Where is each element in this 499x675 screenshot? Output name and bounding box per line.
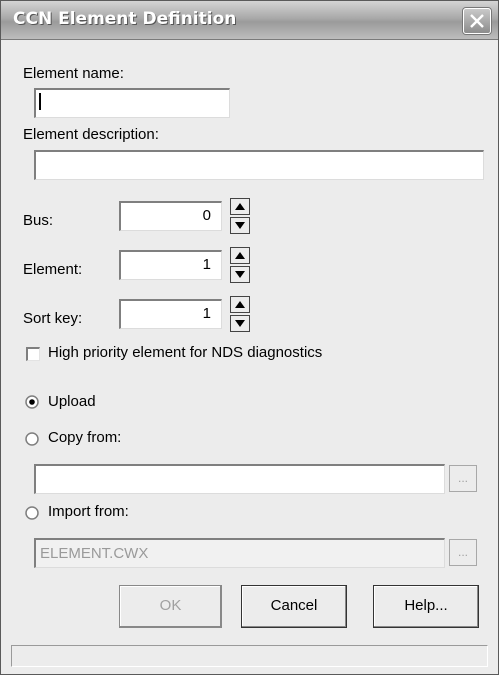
sort-key-input[interactable]: 1: [119, 299, 222, 329]
arrow-down-icon: [235, 320, 245, 327]
element-name-label: Element name:: [23, 65, 124, 82]
window-title: CCN Element Definition: [13, 9, 237, 29]
help-button[interactable]: Help...: [373, 585, 479, 628]
import-from-radio[interactable]: [25, 506, 39, 520]
element-name-input[interactable]: [34, 88, 230, 118]
copy-from-label[interactable]: Copy from:: [48, 429, 121, 446]
close-icon: [470, 14, 484, 28]
arrow-down-icon: [235, 222, 245, 229]
element-spinner[interactable]: [230, 247, 250, 283]
element-description-label: Element description:: [23, 126, 159, 143]
copy-from-radio[interactable]: [25, 432, 39, 446]
sort-key-spinner[interactable]: [230, 296, 250, 332]
dialog-window: CCN Element Definition Element name: Ele…: [0, 0, 499, 675]
arrow-up-icon: [235, 252, 245, 259]
import-from-input[interactable]: ELEMENT.CWX: [34, 538, 445, 568]
import-from-browse-button[interactable]: ...: [449, 539, 477, 566]
sort-key-spin-down[interactable]: [230, 315, 250, 332]
element-input[interactable]: 1: [119, 250, 222, 280]
element-description-input[interactable]: [34, 150, 484, 180]
import-from-label[interactable]: Import from:: [48, 503, 129, 520]
status-bar: [11, 645, 488, 667]
cancel-button[interactable]: Cancel: [241, 585, 347, 628]
sort-key-label: Sort key:: [23, 310, 83, 327]
copy-from-browse-button[interactable]: ...: [449, 465, 477, 492]
bus-input[interactable]: 0: [119, 201, 222, 231]
arrow-down-icon: [235, 271, 245, 278]
high-priority-checkbox[interactable]: [26, 347, 40, 361]
close-button[interactable]: [463, 8, 491, 34]
high-priority-label[interactable]: High priority element for NDS diagnostic…: [48, 344, 322, 361]
bus-spinner[interactable]: [230, 198, 250, 234]
copy-from-input[interactable]: [34, 464, 445, 494]
upload-radio[interactable]: [25, 395, 39, 409]
arrow-up-icon: [235, 301, 245, 308]
ok-button[interactable]: OK: [119, 585, 222, 628]
sort-key-spin-up[interactable]: [230, 296, 250, 313]
text-caret: [39, 93, 41, 110]
bus-spin-down[interactable]: [230, 217, 250, 234]
upload-label[interactable]: Upload: [48, 393, 96, 410]
bus-spin-up[interactable]: [230, 198, 250, 215]
arrow-up-icon: [235, 203, 245, 210]
element-spin-up[interactable]: [230, 247, 250, 264]
element-label: Element:: [23, 261, 83, 278]
title-bar[interactable]: CCN Element Definition: [1, 1, 498, 40]
element-spin-down[interactable]: [230, 266, 250, 283]
bus-label: Bus:: [23, 212, 54, 229]
